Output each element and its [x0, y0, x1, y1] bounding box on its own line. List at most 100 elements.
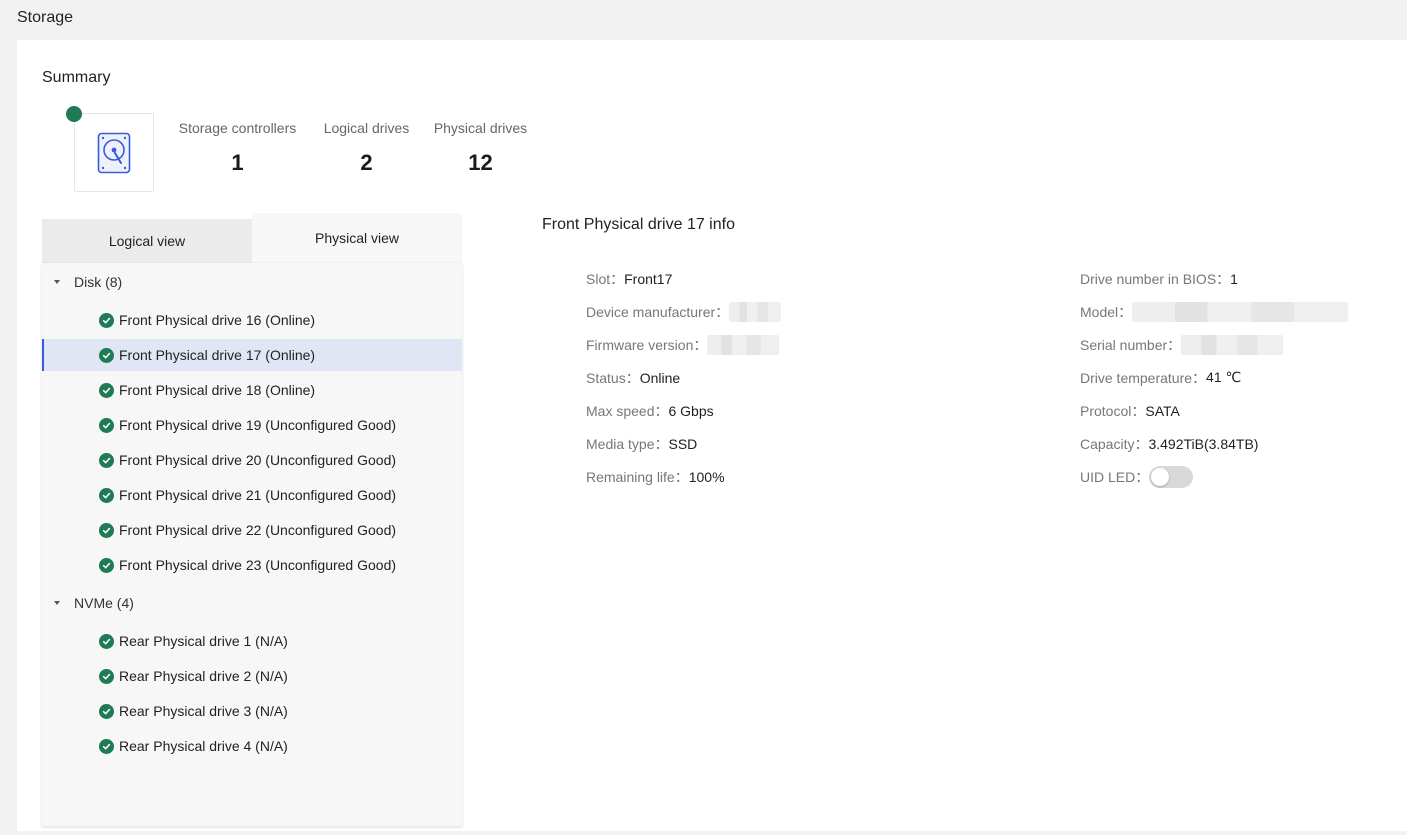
- tree-item-front-physical-drive-18[interactable]: Front Physical drive 18 (Online): [42, 374, 462, 406]
- tree-item-label: Front Physical drive 17 (Online): [119, 347, 316, 363]
- tab-physical-view[interactable]: Physical view: [252, 213, 462, 263]
- info-value: 41 ℃: [1206, 369, 1242, 385]
- tree-item-front-physical-drive-20[interactable]: Front Physical drive 20 (Unconfigured Go…: [42, 444, 462, 476]
- info-row-firmware-version: Firmware version：: [586, 328, 781, 361]
- tree-item-front-physical-drive-19[interactable]: Front Physical drive 19 (Unconfigured Go…: [42, 409, 462, 441]
- tree-item-label: Rear Physical drive 1 (N/A): [119, 633, 288, 649]
- summary-title: Summary: [42, 69, 111, 86]
- check-circle-icon: [99, 668, 114, 684]
- info-value: Front17: [624, 270, 673, 287]
- drive-tree: Disk (8) Front Physical drive 16 (Online)…: [42, 263, 462, 826]
- tree-item-front-physical-drive-22[interactable]: Front Physical drive 22 (Unconfigured Go…: [42, 514, 462, 546]
- info-separator: ：: [610, 270, 625, 287]
- info-key: Drive temperature: [1080, 369, 1193, 386]
- drive-info-title: Front Physical drive 17 info: [542, 216, 735, 233]
- info-row-model: Model：: [1080, 295, 1349, 328]
- info-separator: ：: [1192, 369, 1207, 386]
- check-circle-icon: [99, 382, 114, 398]
- info-separator: ：: [625, 369, 640, 386]
- tree-group-label: Disk (8): [74, 274, 123, 290]
- info-value: 100%: [688, 468, 725, 485]
- hard-drive-icon: [97, 132, 131, 173]
- tab-logical-view[interactable]: Logical view: [42, 219, 252, 263]
- tree-item-rear-physical-drive-4[interactable]: Rear Physical drive 4 (N/A): [42, 730, 462, 762]
- info-key: Protocol: [1080, 402, 1132, 419]
- info-value: 3.492TiB(3.84TB): [1148, 435, 1259, 452]
- info-value: SSD: [668, 435, 698, 452]
- info-key: Drive number in BIOS: [1080, 270, 1217, 287]
- tree-item-front-physical-drive-23[interactable]: Front Physical drive 23 (Unconfigured Go…: [42, 549, 462, 581]
- check-circle-icon: [99, 312, 114, 328]
- info-key: Remaining life: [586, 468, 675, 485]
- storage-status-indicator: [66, 106, 82, 122]
- info-row-drive-number-in-bios: Drive number in BIOS： 1: [1080, 262, 1348, 295]
- tree-group-nvme[interactable]: NVMe (4): [42, 584, 462, 622]
- info-separator: ：: [1135, 468, 1150, 485]
- stat-value: 2: [360, 150, 373, 175]
- check-circle-icon: [99, 738, 114, 754]
- check-circle-icon: [99, 417, 114, 433]
- tree-item-label: Rear Physical drive 3 (N/A): [119, 703, 288, 719]
- tree-item-label: Rear Physical drive 4 (N/A): [119, 738, 288, 754]
- info-value: SATA: [1145, 402, 1180, 419]
- check-circle-icon: [99, 452, 114, 468]
- info-separator: ：: [693, 336, 708, 353]
- info-key: Status: [586, 369, 626, 386]
- info-separator: ：: [715, 303, 730, 320]
- info-key: Max speed: [586, 402, 655, 419]
- tree-item-label: Front Physical drive 18 (Online): [119, 382, 316, 398]
- tree-item-label: Front Physical drive 16 (Online): [119, 312, 316, 328]
- tree-item-rear-physical-drive-2[interactable]: Rear Physical drive 2 (N/A): [42, 660, 462, 692]
- tree-item-rear-physical-drive-3[interactable]: Rear Physical drive 3 (N/A): [42, 695, 462, 727]
- tree-item-label: Front Physical drive 23 (Unconfigured Go…: [119, 557, 397, 573]
- tree-item-label: Front Physical drive 20 (Unconfigured Go…: [119, 452, 397, 468]
- info-separator: ：: [654, 402, 669, 419]
- redacted-value: [1181, 334, 1284, 355]
- stat-physical-drives: Physical drives 12: [431, 120, 530, 176]
- check-circle-icon: [99, 633, 114, 649]
- tree-item-front-physical-drive-21[interactable]: Front Physical drive 21 (Unconfigured Go…: [42, 479, 462, 511]
- drive-info-right-column: Drive number in BIOS： 1 Model： Serial numbe…: [1080, 262, 1349, 493]
- info-row-protocol: Protocol： SATA: [1080, 394, 1348, 427]
- info-row-device-manufacturer: Device manufacturer：: [586, 295, 782, 328]
- info-row-drive-temperature: Drive temperature： 41 ℃: [1080, 361, 1348, 394]
- uid-led-toggle[interactable]: [1149, 465, 1194, 488]
- info-key: Capacity: [1080, 435, 1135, 452]
- info-separator: ：: [1118, 303, 1133, 320]
- stat-label: Logical drives: [323, 120, 410, 136]
- info-key: Firmware version: [586, 336, 694, 353]
- page-title: Storage: [17, 9, 74, 26]
- tree-item-label: Front Physical drive 21 (Unconfigured Go…: [119, 487, 397, 503]
- redacted-value: [707, 334, 780, 355]
- info-separator: ：: [674, 468, 689, 485]
- info-row-uid-led: UID LED：: [1080, 460, 1348, 493]
- caret-down-icon: [54, 280, 60, 284]
- info-value: 6 Gbps: [668, 402, 714, 419]
- stat-logical-drives: Logical drives 2: [320, 120, 413, 176]
- tree-item-front-physical-drive-16[interactable]: Front Physical drive 16 (Online): [42, 304, 462, 336]
- info-row-media-type: Media type： SSD: [586, 427, 781, 460]
- info-key: Media type: [586, 435, 655, 452]
- tree-group-disk[interactable]: Disk (8): [42, 263, 462, 301]
- tree-item-front-physical-drive-17[interactable]: Front Physical drive 17 (Online): [42, 339, 462, 371]
- info-separator: ：: [654, 435, 669, 452]
- info-separator: ：: [1216, 270, 1231, 287]
- info-row-capacity: Capacity： 3.492TiB(3.84TB): [1080, 427, 1348, 460]
- info-key: Slot: [586, 270, 611, 287]
- info-key: Model: [1080, 303, 1119, 320]
- info-row-max-speed: Max speed： 6 Gbps: [586, 394, 781, 427]
- check-circle-icon: [99, 703, 114, 719]
- stat-value: 1: [231, 150, 244, 175]
- stat-value: 12: [468, 150, 493, 175]
- storage-icon-box: [74, 113, 154, 192]
- tree-item-rear-physical-drive-1[interactable]: Rear Physical drive 1 (N/A): [42, 625, 462, 657]
- check-circle-icon: [99, 557, 114, 573]
- drive-info-left-column: Slot： Front17 Device manufacturer： Firmware…: [586, 262, 782, 493]
- toggle-knob: [1151, 467, 1170, 486]
- info-value: Online: [639, 369, 681, 386]
- info-value: 1: [1230, 270, 1238, 287]
- tree-item-label: Rear Physical drive 2 (N/A): [119, 668, 288, 684]
- stat-label: Storage controllers: [178, 120, 297, 136]
- redacted-value: [729, 301, 782, 322]
- tree-item-label: Front Physical drive 19 (Unconfigured Go…: [119, 417, 397, 433]
